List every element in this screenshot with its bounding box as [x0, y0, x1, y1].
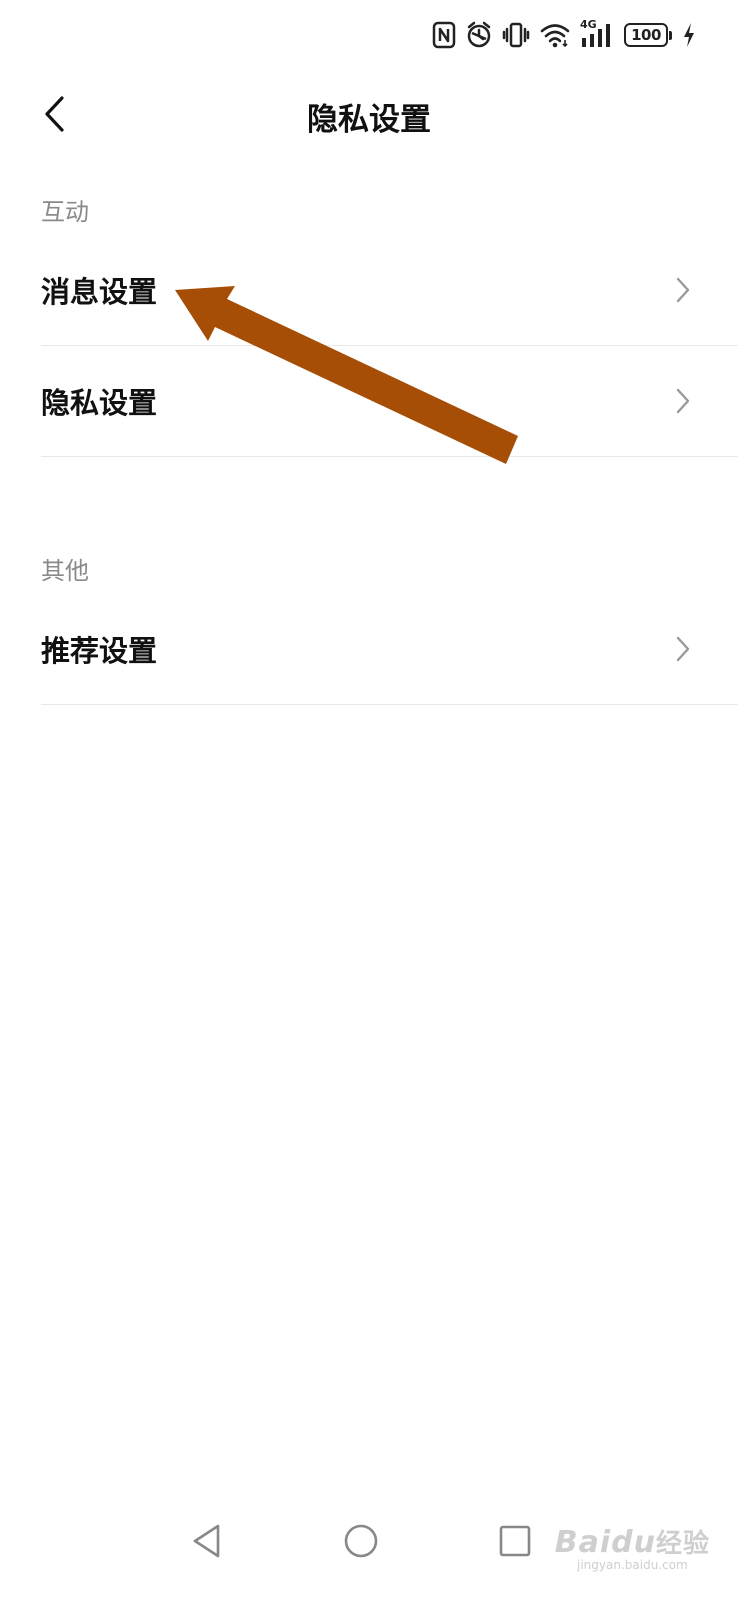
- wifi-icon: [540, 22, 570, 48]
- chevron-right-icon: [674, 387, 692, 415]
- divider: [41, 456, 738, 457]
- nav-back-button[interactable]: [182, 1518, 232, 1568]
- alarm-icon: [466, 21, 492, 49]
- network-type-label: 4G: [580, 18, 597, 31]
- status-bar: 4G 100: [432, 18, 696, 52]
- watermark-url: jingyan.baidu.com: [577, 1558, 688, 1572]
- battery-level: 100: [624, 23, 668, 47]
- charging-icon: [682, 21, 696, 49]
- back-triangle-icon: [190, 1523, 224, 1563]
- page-title: 隐私设置: [307, 102, 431, 138]
- battery-icon: 100: [624, 23, 672, 47]
- nav-home-button[interactable]: [336, 1518, 386, 1568]
- header: 隐私设置: [0, 78, 738, 154]
- signal-icon: 4G: [580, 18, 614, 49]
- menu-item-label: 推荐设置: [41, 634, 158, 668]
- menu-item-label: 消息设置: [41, 275, 158, 309]
- recents-square-icon: [498, 1524, 532, 1562]
- baidu-watermark: Baidu经验 jingyan.baidu.com: [555, 1523, 710, 1572]
- section-label-interaction: 互动: [41, 198, 89, 226]
- divider: [41, 704, 738, 705]
- section-label-other: 其他: [41, 557, 89, 585]
- menu-item-label: 隐私设置: [41, 386, 158, 420]
- menu-item-privacy-settings[interactable]: 隐私设置: [0, 346, 738, 456]
- home-circle-icon: [343, 1523, 379, 1563]
- chevron-right-icon: [674, 635, 692, 663]
- vibrate-icon: [502, 21, 530, 49]
- watermark-logo: Baidu经验: [554, 1525, 710, 1560]
- menu-item-recommendation-settings[interactable]: 推荐设置: [0, 594, 738, 704]
- nav-recents-button[interactable]: [490, 1518, 540, 1568]
- nfc-icon: [432, 21, 456, 49]
- menu-item-message-settings[interactable]: 消息设置: [0, 235, 738, 345]
- chevron-right-icon: [674, 276, 692, 304]
